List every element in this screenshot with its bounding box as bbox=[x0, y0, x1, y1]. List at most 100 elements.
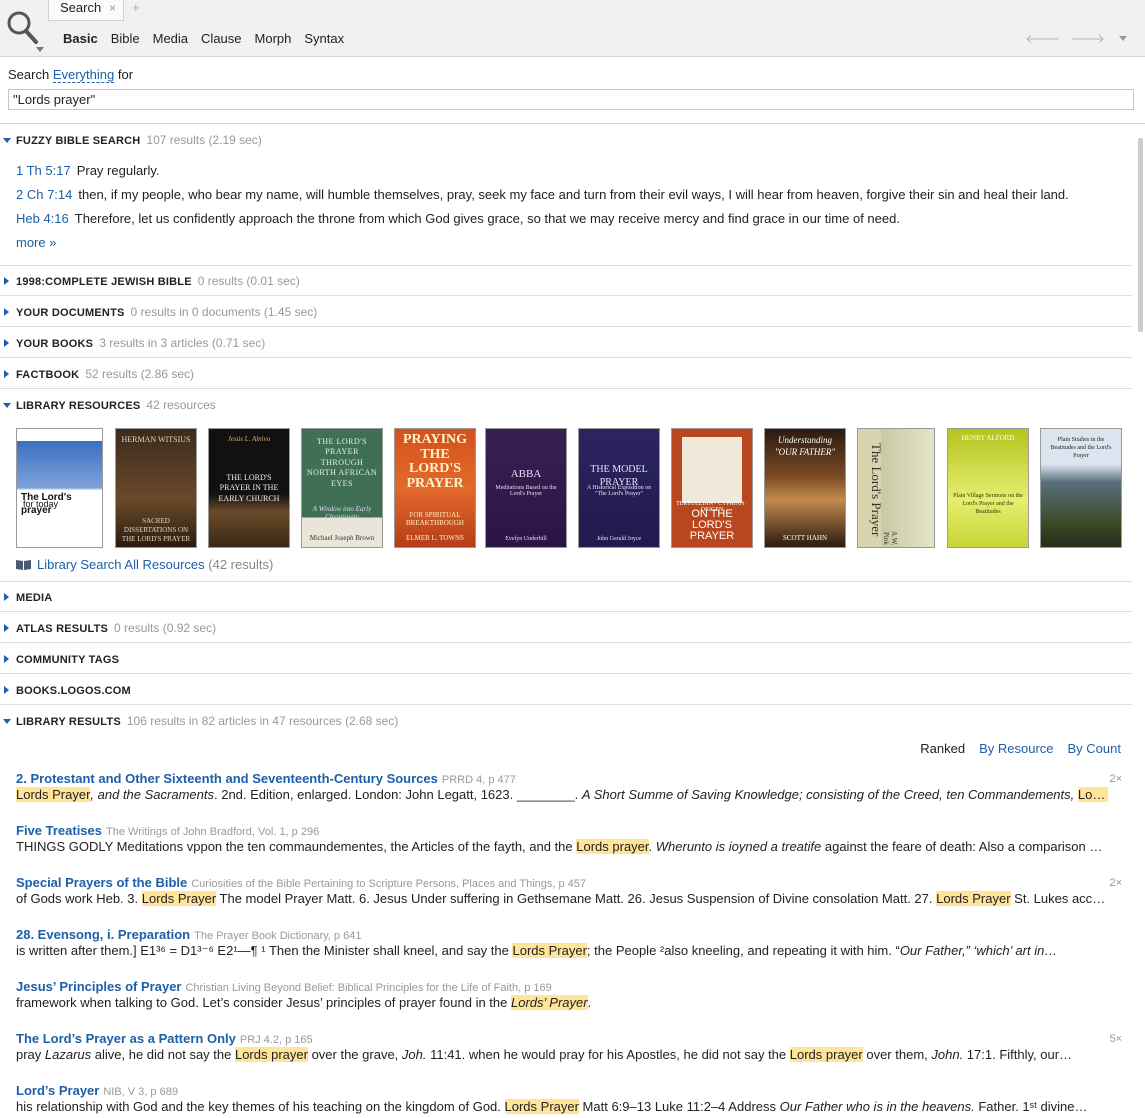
section-meta: 0 results in 0 documents (1.45 sec) bbox=[130, 305, 318, 319]
collapsed-triangle-icon[interactable] bbox=[4, 593, 9, 601]
cover-title: THE LORD'S PRAYER THROUGH NORTH AFRICAN … bbox=[306, 437, 378, 488]
collapsed-triangle-icon[interactable] bbox=[4, 624, 9, 632]
close-icon[interactable]: × bbox=[109, 1, 116, 15]
section-community-tags[interactable]: COMMUNITY TAGS bbox=[0, 644, 1132, 674]
collapsed-triangle-icon[interactable] bbox=[4, 370, 9, 378]
section-meta: 0 results (0.01 sec) bbox=[197, 274, 300, 288]
book-cover[interactable]: THE LORD'S PRAYER THROUGH NORTH AFRICAN … bbox=[301, 428, 383, 548]
search-hit-highlight: Lords Prayer bbox=[512, 943, 587, 958]
cover-subtitle: FOR SPIRITUAL BREAKTHROUGH bbox=[406, 511, 464, 527]
scrollbar-thumb[interactable] bbox=[1138, 138, 1143, 332]
book-cover[interactable]: ABBA Meditations Based on the Lord's Pra… bbox=[485, 428, 567, 548]
search-type-tabs: Basic Bible Media Clause Morph Syntax bbox=[63, 31, 344, 46]
collapsed-triangle-icon[interactable] bbox=[4, 339, 9, 347]
snippet-text: A Short Summe of Saving Knowledge; consi… bbox=[581, 787, 1078, 802]
more-link[interactable]: more » bbox=[16, 235, 56, 250]
snippet-text: Joh. bbox=[401, 1047, 427, 1062]
book-cover[interactable]: The Lord's Prayer A.W. Pink bbox=[857, 428, 935, 548]
book-icon bbox=[16, 560, 31, 570]
section-title: LIBRARY RESULTS 106 results in 82 article… bbox=[16, 714, 399, 728]
section-library-resources[interactable]: LIBRARY RESOURCES 42 resources bbox=[0, 390, 1132, 420]
section-fuzzy-bible-search[interactable]: FUZZY BIBLE SEARCH 107 results (2.19 sec) bbox=[0, 125, 1132, 155]
expanded-triangle-icon[interactable] bbox=[3, 719, 11, 724]
sort-by-resource[interactable]: By Resource bbox=[979, 741, 1053, 756]
result-snippet: his relationship with God and the key th… bbox=[16, 1099, 1108, 1114]
result-title-link[interactable]: Jesus’ Principles of Prayer bbox=[16, 979, 181, 994]
section-factbook[interactable]: FACTBOOK 52 results (2.86 sec) bbox=[0, 359, 1132, 389]
cover-title: ON THE LORD'S PRAYER bbox=[689, 508, 735, 542]
section-complete-jewish-bible[interactable]: 1998:COMPLETE JEWISH BIBLE 0 results (0.0… bbox=[0, 266, 1132, 296]
tab-search[interactable]: Search × bbox=[48, 0, 124, 21]
search-menu-caret-icon[interactable] bbox=[36, 47, 44, 52]
cover-author: ELMER L. TOWNS bbox=[406, 534, 464, 542]
book-cover[interactable]: Plain Studies in the Beatitudes and the … bbox=[1040, 428, 1122, 548]
section-atlas-results[interactable]: ATLAS RESULTS 0 results (0.92 sec) bbox=[0, 613, 1132, 643]
result-source: The Prayer Book Dictionary, p 641 bbox=[194, 930, 362, 942]
snippet-text: . bbox=[587, 995, 592, 1010]
verse-result: Heb 4:16 Therefore, let us confidently ap… bbox=[16, 211, 900, 226]
book-cover[interactable]: THE MODEL PRAYER A Historical Exposition… bbox=[578, 428, 660, 548]
verse-reference-link[interactable]: 1 Th 5:17 bbox=[16, 163, 71, 178]
search-input[interactable] bbox=[8, 89, 1134, 110]
result-snippet: is written after them.] E1³⁶ = D1³⁻⁶ E2¹… bbox=[16, 943, 1108, 959]
result-snippet: THINGS GODLY Meditations vppon the ten c… bbox=[16, 839, 1108, 854]
collapsed-triangle-icon[interactable] bbox=[4, 686, 9, 694]
library-search-all-count: (42 results) bbox=[208, 557, 274, 572]
result-title-link[interactable]: Five Treatises bbox=[16, 823, 102, 838]
cover-subtitle: A Historical Exposition on "The Lord's P… bbox=[586, 485, 652, 497]
result-title-link[interactable]: The Lord’s Prayer as a Pattern Only bbox=[16, 1031, 236, 1046]
history-nav: 🡐 🡒 bbox=[1025, 31, 1127, 47]
forward-arrow-icon[interactable]: 🡒 bbox=[1070, 31, 1105, 47]
sort-by-count[interactable]: By Count bbox=[1068, 741, 1121, 756]
section-media[interactable]: MEDIA bbox=[0, 582, 1132, 612]
snippet-text: Lazarus bbox=[44, 1047, 92, 1062]
section-your-books[interactable]: YOUR BOOKS 3 results in 3 articles (0.71 … bbox=[0, 328, 1132, 358]
tab-clause[interactable]: Clause bbox=[201, 31, 241, 46]
result-heading: Lord’s Prayer NIB, V 3, p 689 bbox=[16, 1083, 178, 1098]
cover-author: HERMAN WITSIUS bbox=[121, 435, 191, 444]
tab-syntax[interactable]: Syntax bbox=[304, 31, 344, 46]
section-title: FUZZY BIBLE SEARCH 107 results (2.19 sec) bbox=[16, 133, 262, 147]
section-your-documents[interactable]: YOUR DOCUMENTS 0 results in 0 documents (… bbox=[0, 297, 1132, 327]
sort-ranked[interactable]: Ranked bbox=[920, 741, 965, 756]
section-books-logos-com[interactable]: BOOKS.LOGOS.COM bbox=[0, 675, 1132, 705]
book-cover[interactable]: HERMAN WITSIUS SACRED DISSERTATIONS ON T… bbox=[115, 428, 197, 548]
cover-title: Plain Studies in the Beatitudes and the … bbox=[1050, 437, 1112, 459]
expanded-triangle-icon[interactable] bbox=[3, 403, 11, 408]
tab-bible[interactable]: Bible bbox=[111, 31, 140, 46]
collapsed-triangle-icon[interactable] bbox=[4, 308, 9, 316]
result-heading: Jesus’ Principles of Prayer Christian Liv… bbox=[16, 979, 552, 994]
book-cover[interactable]: PRAYING THE LORD'S PRAYER FOR SPIRITUAL … bbox=[394, 428, 476, 548]
expanded-triangle-icon[interactable] bbox=[3, 138, 11, 143]
tab-morph[interactable]: Morph bbox=[255, 31, 292, 46]
divider bbox=[0, 123, 1145, 124]
book-cover[interactable]: Jesús L. Alnivo THE LORD'S PRAYER IN THE… bbox=[208, 428, 290, 548]
collapsed-triangle-icon[interactable] bbox=[4, 655, 9, 663]
snippet-text: , and the Sacraments bbox=[90, 787, 214, 802]
book-cover[interactable]: The Lord's prayer for today bbox=[16, 428, 103, 548]
result-title-link[interactable]: 28. Evensong, i. Preparation bbox=[16, 927, 190, 942]
collapsed-triangle-icon[interactable] bbox=[4, 277, 9, 285]
section-meta: 42 resources bbox=[146, 398, 216, 412]
verse-reference-link[interactable]: 2 Ch 7:14 bbox=[16, 187, 72, 202]
cover-illustration bbox=[682, 437, 742, 503]
result-title-link[interactable]: Lord’s Prayer bbox=[16, 1083, 99, 1098]
result-title-link[interactable]: Special Prayers of the Bible bbox=[16, 875, 187, 890]
verse-reference-link[interactable]: Heb 4:16 bbox=[16, 211, 69, 226]
book-cover[interactable]: Understanding "OUR FATHER" SCOTT HAHN bbox=[764, 428, 846, 548]
back-arrow-icon[interactable]: 🡐 bbox=[1025, 31, 1060, 47]
library-search-all-link[interactable]: Library Search All Resources (42 results… bbox=[16, 557, 273, 572]
tab-media[interactable]: Media bbox=[153, 31, 188, 46]
add-tab-icon[interactable]: + bbox=[132, 0, 140, 15]
book-cover[interactable]: HENRY ALFORD Plain Village Sermons on th… bbox=[947, 428, 1029, 548]
tab-basic[interactable]: Basic bbox=[63, 31, 98, 46]
search-scope-selector[interactable]: Everything bbox=[52, 67, 115, 83]
section-title: LIBRARY RESOURCES 42 resources bbox=[16, 398, 216, 412]
history-dropdown-icon[interactable] bbox=[1119, 36, 1127, 41]
result-title-link[interactable]: 2. Protestant and Other Sixteenth and Se… bbox=[16, 771, 438, 786]
snippet-text: 17:1. Fifthly, our… bbox=[963, 1047, 1073, 1062]
search-icon[interactable] bbox=[6, 8, 40, 50]
section-library-results[interactable]: LIBRARY RESULTS 106 results in 82 article… bbox=[0, 706, 1132, 736]
result-source: NIB, V 3, p 689 bbox=[103, 1086, 178, 1098]
book-cover[interactable]: TERTULLIAN · CYPRIAN · ORIGEN ON THE LOR… bbox=[671, 428, 753, 548]
